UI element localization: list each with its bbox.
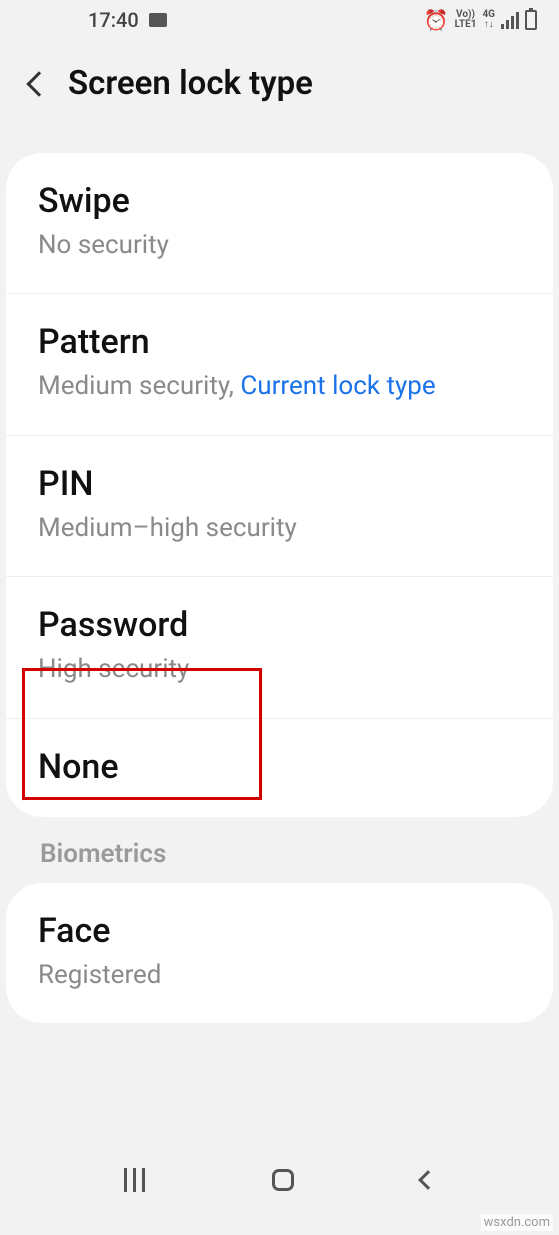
item-desc: Registered: [38, 957, 521, 993]
lock-type-swipe[interactable]: Swipe No security: [6, 153, 553, 294]
lock-type-pattern[interactable]: Pattern Medium security, Current lock ty…: [6, 294, 553, 435]
biometric-face[interactable]: Face Registered: [6, 883, 553, 1023]
chevron-left-icon: [26, 71, 51, 96]
image-icon: [149, 13, 167, 27]
item-title: Swipe: [38, 181, 521, 221]
page-title: Screen lock type: [68, 64, 313, 103]
item-title: Face: [38, 911, 521, 951]
status-bar: 17:40 ⏰ Vo)) LTE1 4G ↑↓: [0, 0, 559, 40]
status-right: ⏰ Vo)) LTE1 4G ↑↓: [424, 8, 537, 32]
lock-type-none[interactable]: None: [6, 719, 553, 817]
nav-home-button[interactable]: [272, 1169, 294, 1191]
item-desc: Medium security, Current lock type: [38, 368, 521, 404]
biometrics-card: Face Registered: [6, 883, 553, 1023]
lock-type-password[interactable]: Password High security: [6, 577, 553, 718]
header: Screen lock type: [0, 40, 559, 153]
nav-back-button[interactable]: [418, 1170, 438, 1190]
signal-icon: [501, 11, 519, 29]
nav-recent-button[interactable]: [124, 1168, 145, 1192]
item-desc: Medium–high security: [38, 510, 521, 546]
status-time: 17:40: [88, 8, 139, 32]
watermark: wsxdn.com: [481, 1214, 553, 1231]
item-title: Pattern: [38, 322, 521, 362]
lock-type-card: Swipe No security Pattern Medium securit…: [6, 153, 553, 817]
item-title: PIN: [38, 464, 521, 504]
back-button[interactable]: [22, 75, 48, 93]
battery-icon: [525, 10, 537, 30]
section-label-biometrics: Biometrics: [0, 839, 559, 883]
alarm-icon: ⏰: [424, 8, 449, 32]
item-title: Password: [38, 605, 521, 645]
current-lock-link: Current lock type: [240, 371, 435, 401]
item-desc: No security: [38, 227, 521, 263]
lte-indicator: LTE1: [455, 20, 477, 30]
updown-icon: ↑↓: [484, 20, 494, 30]
item-title: None: [38, 747, 521, 787]
navigation-bar: [0, 1155, 559, 1205]
item-desc: High security: [38, 651, 521, 687]
lock-type-pin[interactable]: PIN Medium–high security: [6, 436, 553, 577]
